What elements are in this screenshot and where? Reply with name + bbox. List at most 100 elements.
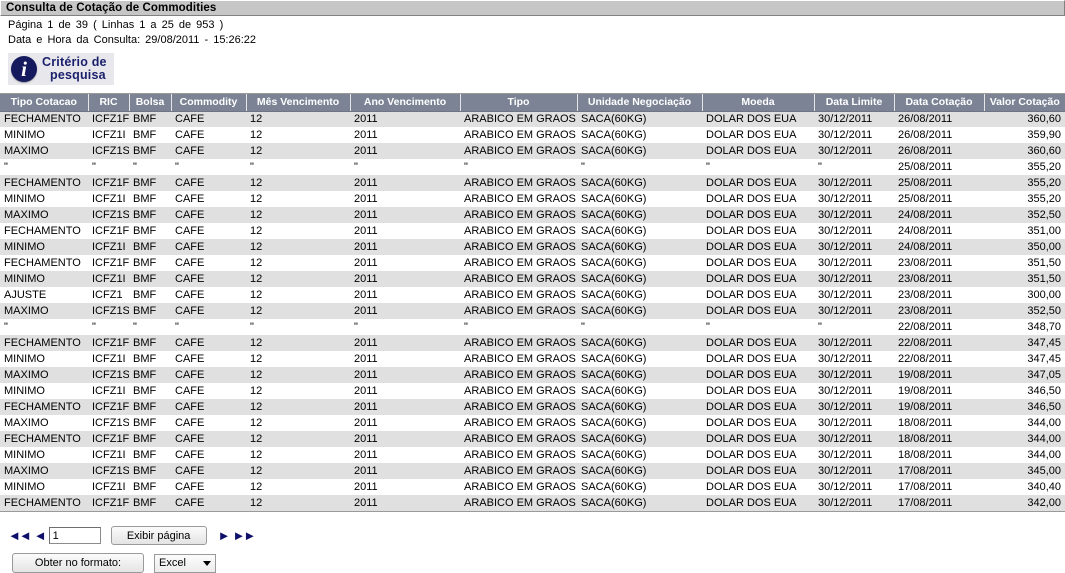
table-row[interactable]: MINIMO ICFZ1I BMF CAFE 12 2011 ARABICO EM GRAO… (0, 271, 1065, 287)
cell-3-8: " (702, 159, 814, 175)
cell-1-10: 26/08/2011 (894, 127, 984, 143)
cell-6-3: CAFE (171, 207, 246, 223)
cell-10-7: SACA(60KG) (577, 271, 702, 287)
table-row[interactable]: AJUSTE ICFZ1 BMF CAFE 12 2011 ARABICO EM GRAOS… (0, 287, 1065, 303)
table-row[interactable]: MINIMO ICFZ1I BMF CAFE 12 2011 ARABICO EM GRAO… (0, 191, 1065, 207)
table-row[interactable]: FECHAMENTO ICFZ1F BMF CAFE 12 2011 ARABICO EM … (0, 335, 1065, 351)
table-row[interactable]: MAXIMO ICFZ1S BMF CAFE 12 2011 ARABICO EM GRAO… (0, 367, 1065, 383)
cell-11-6: ARABICO EM GRAOS (460, 287, 577, 303)
cell-24-11: 342,00 (984, 495, 1065, 511)
cell-24-1: ICFZ1F (88, 495, 129, 511)
cell-20-11: 344,00 (984, 431, 1065, 447)
table-row[interactable]: MINIMO ICFZ1I BMF CAFE 12 2011 ARABICO EM GRAO… (0, 479, 1065, 495)
table-row[interactable]: MAXIMO ICFZ1S BMF CAFE 12 2011 ARABICO EM GRAO… (0, 463, 1065, 479)
cell-12-0: MAXIMO (0, 303, 88, 319)
column-header-8[interactable]: Moeda (702, 94, 815, 112)
cell-16-3: CAFE (171, 367, 246, 383)
export-format-select[interactable]: Excel (154, 553, 216, 573)
cell-21-9: 30/12/2011 (814, 447, 894, 463)
cell-2-5: 2011 (350, 143, 460, 159)
prev-page-icon[interactable]: ◄ (34, 529, 47, 542)
cell-18-4: 12 (246, 399, 350, 415)
column-header-11[interactable]: Valor Cotação (984, 94, 1065, 112)
column-header-10[interactable]: Data Cotação (894, 94, 985, 112)
cell-23-5: 2011 (350, 479, 460, 495)
table-row[interactable]: FECHAMENTO ICFZ1F BMF CAFE 12 2011 ARABICO EM … (0, 223, 1065, 239)
column-header-9[interactable]: Data Limite (814, 94, 895, 112)
column-header-6[interactable]: Tipo (460, 94, 578, 112)
table-row[interactable]: FECHAMENTO ICFZ1F BMF CAFE 12 2011 ARABICO EM … (0, 495, 1065, 511)
table-row[interactable]: FECHAMENTO ICFZ1F BMF CAFE 12 2011 ARABICO EM … (0, 175, 1065, 191)
table-row[interactable]: MAXIMO ICFZ1S BMF CAFE 12 2011 ARABICO EM GRAO… (0, 207, 1065, 223)
cell-11-3: CAFE (171, 287, 246, 303)
table-row[interactable]: MAXIMO ICFZ1S BMF CAFE 12 2011 ARABICO EM GRAO… (0, 143, 1065, 159)
cell-13-2: " (129, 319, 171, 335)
cell-6-7: SACA(60KG) (577, 207, 702, 223)
cell-3-5: " (350, 159, 460, 175)
column-header-7[interactable]: Unidade Negociação (577, 94, 703, 112)
cell-15-2: BMF (129, 351, 171, 367)
cell-22-7: SACA(60KG) (577, 463, 702, 479)
cell-6-10: 24/08/2011 (894, 207, 984, 223)
cell-9-9: 30/12/2011 (814, 255, 894, 271)
table-row[interactable]: MINIMO ICFZ1I BMF CAFE 12 2011 ARABICO EM GRAO… (0, 127, 1065, 143)
show-page-button[interactable]: Exibir página (110, 526, 207, 545)
table-row[interactable]: MINIMO ICFZ1I BMF CAFE 12 2011 ARABICO EM GRAO… (0, 383, 1065, 399)
cell-22-5: 2011 (350, 463, 460, 479)
cell-3-6: " (460, 159, 577, 175)
cell-19-2: BMF (129, 415, 171, 431)
cell-23-7: SACA(60KG) (577, 479, 702, 495)
export-button[interactable]: Obter no formato: (12, 553, 144, 573)
table-row[interactable]: MINIMO ICFZ1I BMF CAFE 12 2011 ARABICO EM GRAO… (0, 239, 1065, 255)
column-header-5[interactable]: Ano Vencimento (350, 94, 461, 112)
table-row[interactable]: " " " " " " " " " " 22/08/2011 348,70 (0, 319, 1065, 335)
table-row[interactable]: MAXIMO ICFZ1S BMF CAFE 12 2011 ARABICO EM GRAO… (0, 415, 1065, 431)
cell-2-4: 12 (246, 143, 350, 159)
column-header-4[interactable]: Mês Vencimento (246, 94, 351, 112)
cell-2-8: DOLAR DOS EUA (702, 143, 814, 159)
cell-21-6: ARABICO EM GRAOS (460, 447, 577, 463)
cell-14-0: FECHAMENTO (0, 335, 88, 351)
last-page-icon[interactable]: ►► (232, 529, 256, 542)
cell-21-10: 18/08/2011 (894, 447, 984, 463)
table-row[interactable]: FECHAMENTO ICFZ1F BMF CAFE 12 2011 ARABICO EM … (0, 399, 1065, 415)
export-format-value: Excel (159, 557, 186, 569)
column-header-3[interactable]: Commodity (171, 94, 247, 112)
cell-17-0: MINIMO (0, 383, 88, 399)
search-criteria-button[interactable]: i Critério de pesquisa (8, 53, 114, 85)
cell-8-10: 24/08/2011 (894, 239, 984, 255)
table-row[interactable]: MINIMO ICFZ1I BMF CAFE 12 2011 ARABICO EM GRAO… (0, 447, 1065, 463)
cell-5-2: BMF (129, 191, 171, 207)
table-row[interactable]: " " " " " " " " " " 25/08/2011 355,20 (0, 159, 1065, 175)
next-page-icon[interactable]: ► (218, 529, 231, 542)
cell-12-5: 2011 (350, 303, 460, 319)
cell-20-5: 2011 (350, 431, 460, 447)
cell-7-4: 12 (246, 223, 350, 239)
table-row[interactable]: FECHAMENTO ICFZ1F BMF CAFE 12 2011 ARABICO EM … (0, 255, 1065, 271)
cell-7-5: 2011 (350, 223, 460, 239)
cell-23-11: 340,40 (984, 479, 1065, 495)
cell-9-8: DOLAR DOS EUA (702, 255, 814, 271)
cell-4-2: BMF (129, 175, 171, 191)
column-header-0[interactable]: Tipo Cotacao (0, 94, 89, 112)
cell-13-4: " (246, 319, 350, 335)
cell-7-3: CAFE (171, 223, 246, 239)
cell-22-2: BMF (129, 463, 171, 479)
first-page-icon[interactable]: ◄◄ (8, 529, 32, 542)
cell-20-0: FECHAMENTO (0, 431, 88, 447)
table-row[interactable]: MINIMO ICFZ1I BMF CAFE 12 2011 ARABICO EM GRAO… (0, 351, 1065, 367)
table-row[interactable]: MAXIMO ICFZ1S BMF CAFE 12 2011 ARABICO EM GRAO… (0, 303, 1065, 319)
cell-17-7: SACA(60KG) (577, 383, 702, 399)
cell-3-0: " (0, 159, 88, 175)
table-row[interactable]: FECHAMENTO ICFZ1F BMF CAFE 12 2011 ARABICO EM … (0, 111, 1065, 127)
column-header-1[interactable]: RIC (88, 94, 130, 112)
column-header-2[interactable]: Bolsa (129, 94, 172, 112)
page-number-input[interactable] (48, 527, 101, 544)
cell-17-6: ARABICO EM GRAOS (460, 383, 577, 399)
cell-3-1: " (88, 159, 129, 175)
cell-5-4: 12 (246, 191, 350, 207)
cell-11-11: 300,00 (984, 287, 1065, 303)
table-row[interactable]: FECHAMENTO ICFZ1F BMF CAFE 12 2011 ARABICO EM … (0, 431, 1065, 447)
cell-10-8: DOLAR DOS EUA (702, 271, 814, 287)
cell-13-5: " (350, 319, 460, 335)
